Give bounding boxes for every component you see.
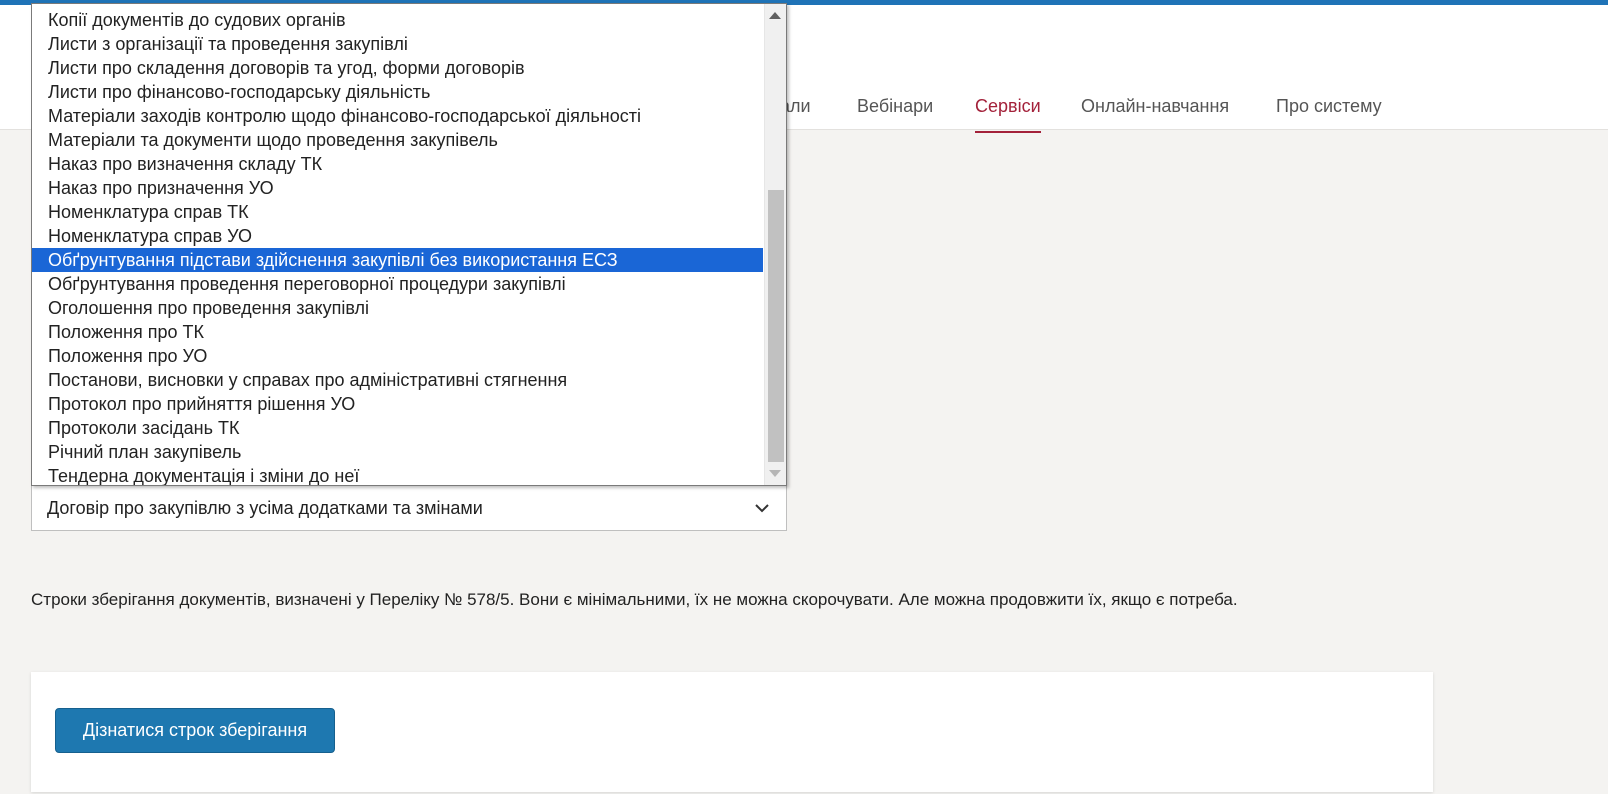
list-option-highlighted[interactable]: Обґрунтування підстави здійснення закупі… (32, 248, 763, 272)
list-option[interactable]: Номенклатура справ УО (32, 224, 763, 248)
action-card: Дізнатися строк зберігання (31, 672, 1433, 792)
list-option[interactable]: Листи з організації та проведення закупі… (32, 32, 763, 56)
list-option[interactable]: Матеріали заходів контролю щодо фінансов… (32, 104, 763, 128)
nav-item-services[interactable]: Сервіси (975, 93, 1041, 133)
nav-item-about[interactable]: Про систему (1276, 93, 1382, 133)
chevron-down-icon[interactable] (752, 498, 772, 518)
select-current-value: Договір про закупівлю з усіма додатками … (47, 498, 483, 518)
list-option[interactable]: Копії документів до судових органів (32, 8, 763, 32)
nav-item-online-learning[interactable]: Онлайн-навчання (1081, 93, 1229, 133)
list-option[interactable]: Листи про фінансово-господарську діяльні… (32, 80, 763, 104)
list-option[interactable]: Тендерна документація і зміни до неї (32, 464, 763, 485)
list-option[interactable]: Листи про складення договорів та угод, ф… (32, 56, 763, 80)
list-option[interactable]: Протоколи засідань ТК (32, 416, 763, 440)
list-option[interactable]: Положення про УО (32, 344, 763, 368)
scroll-thumb[interactable] (768, 190, 784, 462)
scroll-down-arrow-icon[interactable] (769, 470, 781, 477)
nav-item-webinars[interactable]: Вебінари (857, 93, 933, 133)
list-option[interactable]: Наказ про призначення УО (32, 176, 763, 200)
list-option[interactable]: Матеріали та документи щодо проведення з… (32, 128, 763, 152)
list-option[interactable]: Наказ про визначення складу ТК (32, 152, 763, 176)
scroll-up-arrow-icon[interactable] (769, 12, 781, 19)
retention-info-text: Строки зберігання документів, визначені … (31, 590, 1238, 609)
document-type-select[interactable]: Договір про закупівлю з усіма додатками … (31, 486, 787, 531)
list-option[interactable]: Номенклатура справ ТК (32, 200, 763, 224)
list-option[interactable]: Протокол про прийняття рішення УО (32, 392, 763, 416)
list-option[interactable]: Постанови, висновки у справах про адміні… (32, 368, 763, 392)
list-option[interactable]: Обґрунтування проведення переговорної пр… (32, 272, 763, 296)
list-option[interactable]: Положення про ТК (32, 320, 763, 344)
listbox-scrollbar[interactable] (764, 4, 786, 485)
document-type-listbox[interactable]: Копії документів до судових органів Лист… (31, 3, 787, 486)
list-option[interactable]: Оголошення про проведення закупівлі (32, 296, 763, 320)
list-option[interactable]: Річний план закупівель (32, 440, 763, 464)
find-retention-period-button[interactable]: Дізнатися строк зберігання (55, 708, 335, 753)
